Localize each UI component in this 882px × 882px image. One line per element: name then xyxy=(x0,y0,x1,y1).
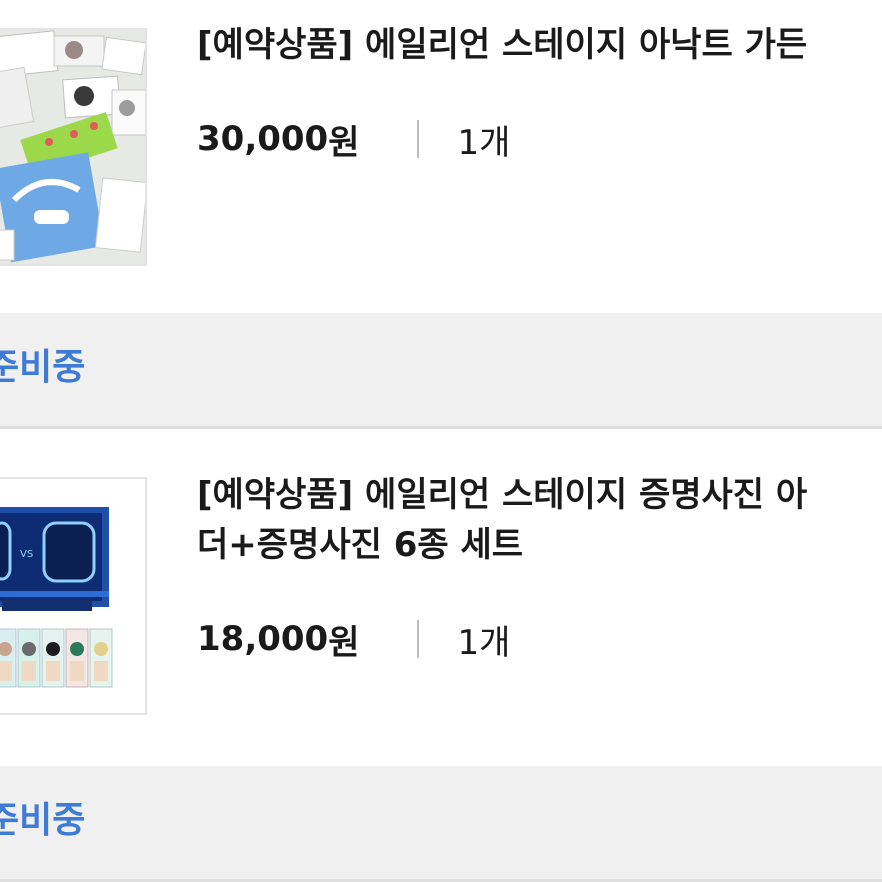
product-quantity: 1개 xyxy=(457,622,511,663)
product-thumbnail[interactable]: VS xyxy=(0,477,147,715)
status-label: 준비중 xyxy=(0,800,86,841)
divider xyxy=(417,120,420,158)
product-title[interactable]: [예약상품] 에일리언 스테이지 아낙트 가든 xyxy=(197,20,882,70)
order-item[interactable]: [예약상품] 에일리언 스테이지 아낙트 가든 30,000 원 1개 xyxy=(0,0,882,313)
product-quantity: 1개 xyxy=(457,122,511,163)
status-label: 준비중 xyxy=(0,347,86,388)
order-list-screen: [예약상품] 에일리언 스테이지 아낙트 가든 30,000 원 1개 준비중 V… xyxy=(0,0,882,882)
order-status-bar: 준비중 xyxy=(0,766,882,882)
price-qty-row: 18,000 원 1개 xyxy=(197,614,510,664)
product-photo-icon xyxy=(0,30,145,264)
price-qty-row: 30,000 원 1개 xyxy=(197,114,510,164)
product-price: 18,000 xyxy=(197,619,329,659)
svg-text:VS: VS xyxy=(20,549,33,560)
price-unit: 원 xyxy=(328,122,360,163)
product-title[interactable]: [예약상품] 에일리언 스테이지 증명사진 아 더+증명사진 6종 세트 xyxy=(197,470,882,570)
order-item[interactable]: VS [예약상품] 에일리언 스테이지 증명사진 아 더+증명사진 6종 세트 … xyxy=(0,432,882,766)
divider xyxy=(417,620,420,658)
price-unit: 원 xyxy=(328,622,360,663)
order-status-bar: 준비중 xyxy=(0,313,882,429)
product-photo-icon: VS xyxy=(0,479,145,713)
product-thumbnail[interactable] xyxy=(0,28,147,266)
product-price: 30,000 xyxy=(197,119,329,159)
